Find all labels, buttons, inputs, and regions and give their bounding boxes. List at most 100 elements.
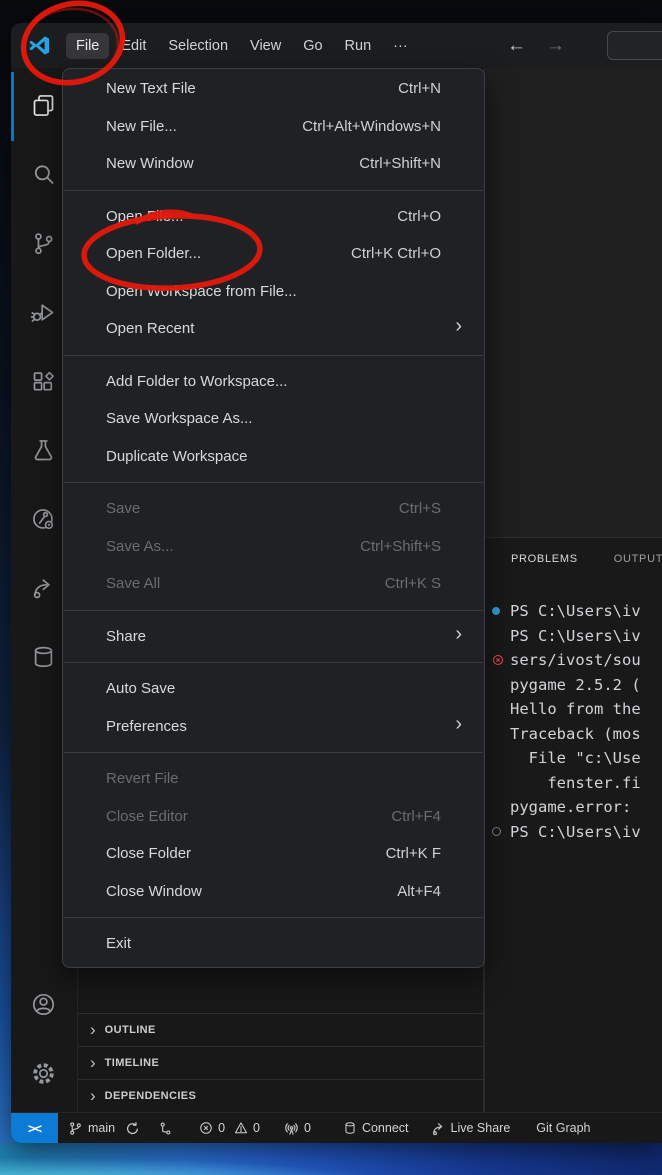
connect-button[interactable]: Connect	[343, 1121, 409, 1135]
terminal-line: sers/ivost/sou	[485, 648, 662, 673]
section-label: DEPENDENCIES	[105, 1090, 197, 1102]
menu-item-save: SaveCtrl+S	[63, 490, 484, 528]
menu-item-new-window[interactable]: New WindowCtrl+Shift+N	[63, 145, 484, 183]
vscode-window: File Edit Selection View Go Run ··· ← →	[11, 23, 662, 1143]
title-bar: File Edit Selection View Go Run ··· ← →	[11, 23, 662, 68]
menu-item-auto-save[interactable]: Auto Save	[63, 670, 484, 708]
problems-status[interactable]: 0 0	[199, 1121, 260, 1135]
menu-item-open-recent[interactable]: Open Recent	[63, 310, 484, 348]
menu-item-open-workspace-from-file[interactable]: Open Workspace from File...	[63, 273, 484, 311]
menu-separator	[63, 603, 484, 618]
menu-item-duplicate-workspace[interactable]: Duplicate Workspace	[63, 438, 484, 476]
menubar-more[interactable]: ···	[383, 33, 418, 59]
error-count-icon	[199, 1121, 213, 1135]
vscode-logo-icon	[28, 34, 51, 57]
menu-item-save-all: Save AllCtrl+K S	[63, 565, 484, 603]
menu-item-close-folder[interactable]: Close FolderCtrl+K F	[63, 835, 484, 873]
chevron-right-icon: ›	[90, 1021, 96, 1038]
commit-graph-icon	[158, 1121, 173, 1136]
terminal-line: PS C:\Users\iv	[485, 820, 662, 845]
terminal-output: PS C:\Users\iv PS C:\Users\iv sers/ivost…	[485, 599, 662, 844]
menubar-run[interactable]: Run	[335, 33, 382, 59]
run-and-debug-icon[interactable]	[30, 299, 57, 326]
terminal-line: File "c:\Use	[485, 746, 662, 771]
terminal-line: PS C:\Users\iv	[485, 624, 662, 649]
accounts-icon[interactable]	[30, 991, 57, 1018]
chevron-right-icon: ›	[90, 1087, 96, 1104]
blue-dot-icon	[492, 607, 500, 615]
testing-icon[interactable]	[30, 437, 57, 464]
desktop-wallpaper-bottom	[0, 1143, 662, 1175]
ports-count: 0	[304, 1121, 311, 1135]
radio-tower-icon	[284, 1121, 299, 1136]
bottom-panel: PROBLEMS OUTPUT PS C:\Users\iv PS C:\Use…	[484, 537, 662, 1112]
menu-separator	[63, 183, 484, 198]
menubar-file[interactable]: File	[66, 33, 109, 59]
database-small-icon	[343, 1121, 357, 1135]
editor-area	[484, 68, 662, 537]
menu-item-new-file[interactable]: New File...Ctrl+Alt+Windows+N	[63, 108, 484, 146]
sync-icon	[125, 1121, 140, 1136]
menu-item-add-folder-to-workspace[interactable]: Add Folder to Workspace...	[63, 363, 484, 401]
menubar-go[interactable]: Go	[293, 33, 332, 59]
menubar-selection[interactable]: Selection	[158, 33, 238, 59]
git-graph-label: Git Graph	[536, 1121, 590, 1135]
menu-separator	[63, 475, 484, 490]
menubar-edit[interactable]: Edit	[111, 33, 156, 59]
settings-gear-icon[interactable]	[30, 1060, 57, 1087]
source-control-icon[interactable]	[30, 230, 57, 257]
explorer-icon[interactable]	[30, 92, 57, 119]
sync-button[interactable]	[125, 1121, 140, 1136]
section-label: TIMELINE	[105, 1057, 160, 1069]
live-share-button[interactable]: Live Share	[431, 1121, 511, 1136]
menu-separator	[63, 655, 484, 670]
branch-icon	[68, 1121, 83, 1136]
status-bar: >< main 0 0	[11, 1112, 662, 1143]
nav-forward-icon[interactable]: →	[546, 36, 565, 55]
error-count: 0	[218, 1121, 225, 1135]
nav-back-icon[interactable]: ←	[507, 36, 526, 55]
terminal-line: pygame.error:	[485, 795, 662, 820]
submenu-chevron-icon	[455, 714, 462, 734]
menu-item-close-editor: Close EditorCtrl+F4	[63, 798, 484, 836]
tab-output[interactable]: OUTPUT	[614, 553, 662, 565]
tab-problems[interactable]: PROBLEMS	[511, 553, 578, 565]
menu-item-share[interactable]: Share	[63, 618, 484, 656]
submenu-chevron-icon	[455, 624, 462, 644]
section-label: OUTLINE	[105, 1024, 156, 1036]
menu-item-new-text-file[interactable]: New Text FileCtrl+N	[63, 70, 484, 108]
terminal-line: Hello from the	[485, 697, 662, 722]
sidebar-section-outline[interactable]: › OUTLINE	[78, 1013, 483, 1046]
menu-item-open-folder[interactable]: Open Folder...Ctrl+K Ctrl+O	[63, 235, 484, 273]
gitlens-inspect-icon[interactable]	[30, 506, 57, 533]
menu-item-open-file[interactable]: Open File...Ctrl+O	[63, 198, 484, 236]
error-circle-icon	[492, 654, 504, 666]
live-share-icon[interactable]	[30, 575, 57, 602]
menu-item-save-as: Save As...Ctrl+Shift+S	[63, 528, 484, 566]
remote-indicator[interactable]: ><	[11, 1113, 58, 1144]
menu-separator	[63, 745, 484, 760]
ports-status[interactable]: 0	[284, 1121, 311, 1136]
menubar-view[interactable]: View	[240, 33, 291, 59]
menu-item-exit[interactable]: Exit	[63, 925, 484, 963]
command-center-search[interactable]	[607, 31, 662, 60]
warning-count-icon	[234, 1121, 248, 1135]
branch-name: main	[88, 1121, 115, 1135]
menu-item-save-workspace-as[interactable]: Save Workspace As...	[63, 400, 484, 438]
commit-graph-button[interactable]	[158, 1121, 173, 1136]
git-graph-button[interactable]: Git Graph	[536, 1121, 590, 1135]
terminal-line: fenster.fi	[485, 771, 662, 796]
search-icon[interactable]	[30, 161, 57, 188]
file-menu-dropdown: New Text FileCtrl+N New File...Ctrl+Alt+…	[62, 68, 485, 968]
live-share-label: Live Share	[451, 1121, 511, 1135]
terminal-line: PS C:\Users\iv	[485, 599, 662, 624]
menu-item-revert-file: Revert File	[63, 760, 484, 798]
menu-item-close-window[interactable]: Close WindowAlt+F4	[63, 873, 484, 911]
open-circle-icon	[492, 827, 501, 836]
database-icon[interactable]	[30, 644, 57, 671]
sidebar-section-dependencies[interactable]: › DEPENDENCIES	[78, 1079, 483, 1112]
menu-item-preferences[interactable]: Preferences	[63, 708, 484, 746]
extensions-icon[interactable]	[30, 368, 57, 395]
sidebar-section-timeline[interactable]: › TIMELINE	[78, 1046, 483, 1079]
branch-status[interactable]: main	[68, 1121, 115, 1136]
